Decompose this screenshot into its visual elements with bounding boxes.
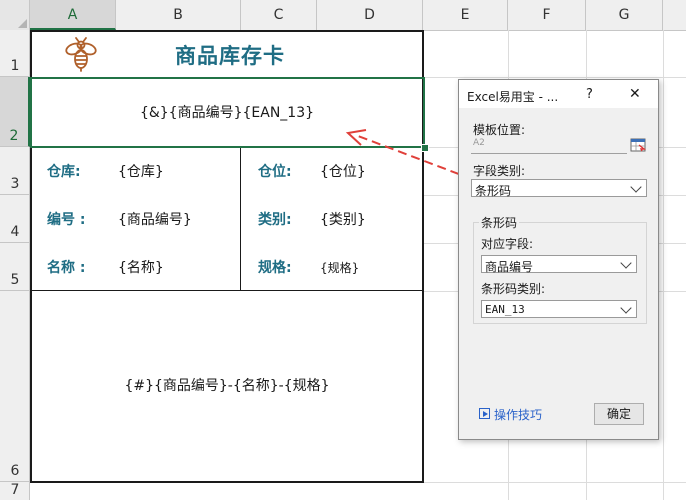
code-label: 编号 :: [47, 212, 86, 228]
category-label: 类别:: [258, 212, 292, 228]
category-value: {类别}: [320, 212, 366, 228]
help-button[interactable]: ?: [586, 87, 593, 102]
select-all-corner[interactable]: [0, 0, 30, 30]
warehouse-label: 仓库:: [47, 164, 81, 180]
row-header-3[interactable]: 3: [0, 147, 30, 195]
mapped-field-value: 商品编号: [485, 260, 534, 274]
template-position-label: 模板位置:: [473, 123, 526, 137]
location-label: 仓位:: [258, 164, 292, 180]
warehouse-value: {仓库}: [118, 164, 164, 180]
dialog-title: Excel易用宝 - ...: [467, 90, 559, 104]
tips-link[interactable]: 操作技巧: [494, 406, 542, 423]
row-header-1[interactable]: 1: [0, 30, 30, 77]
close-button[interactable]: ✕: [629, 86, 641, 102]
gridline: [423, 77, 686, 78]
card-title: 商品库存卡: [175, 44, 285, 68]
name-value: {名称}: [118, 260, 164, 276]
column-header-d[interactable]: D: [317, 0, 423, 30]
column-header-g[interactable]: G: [586, 0, 663, 30]
range-select-icon[interactable]: [630, 137, 646, 152]
barcode-type-select[interactable]: EAN_13: [481, 300, 637, 318]
spec-value: {规格}: [320, 261, 360, 275]
spec-label: 规格:: [258, 260, 292, 276]
barcode-group-title: 条形码: [479, 214, 520, 231]
column-header-c[interactable]: C: [241, 0, 317, 30]
row-header-7[interactable]: 7: [0, 482, 30, 500]
field-type-select[interactable]: 条形码: [471, 179, 647, 198]
name-label: 名称 :: [47, 260, 86, 276]
bee-icon: [62, 36, 100, 74]
row-header-4[interactable]: 4: [0, 195, 30, 243]
chevron-down-icon: [630, 181, 642, 193]
row-header-5[interactable]: 5: [0, 243, 30, 291]
play-icon[interactable]: [479, 408, 490, 419]
template-position-input[interactable]: A2: [471, 138, 627, 154]
barcode-type-value: EAN_13: [485, 303, 525, 316]
gridline: [663, 30, 664, 500]
ok-button[interactable]: 确定: [594, 403, 644, 425]
field-type-value: 条形码: [475, 184, 512, 198]
barcode-placeholder: {&}{商品编号}{EAN_13}: [139, 105, 315, 121]
card-divider: [30, 290, 424, 291]
column-header-e[interactable]: E: [423, 0, 508, 30]
column-header-b[interactable]: B: [116, 0, 241, 30]
chevron-down-icon: [620, 257, 632, 269]
qr-placeholder: {#}{商品编号}-{名称}-{规格}: [124, 378, 330, 394]
template-position-value: A2: [473, 138, 485, 148]
mapped-field-label: 对应字段:: [481, 237, 534, 251]
chevron-down-icon: [620, 302, 632, 314]
row-header-6[interactable]: 6: [0, 291, 30, 482]
column-header-f[interactable]: F: [508, 0, 586, 30]
code-value: {商品编号}: [118, 212, 192, 228]
excel-easy-tool-dialog: Excel易用宝 - ... ? ✕ 模板位置: A2 字段类别: 条形码 条形…: [458, 79, 659, 440]
mapped-field-select[interactable]: 商品编号: [481, 255, 637, 274]
barcode-type-label: 条形码类别:: [481, 282, 546, 296]
row-header-2[interactable]: 2: [0, 77, 30, 147]
column-header-a[interactable]: A: [30, 0, 116, 30]
field-type-label: 字段类别:: [473, 164, 526, 178]
card-divider: [240, 147, 241, 291]
